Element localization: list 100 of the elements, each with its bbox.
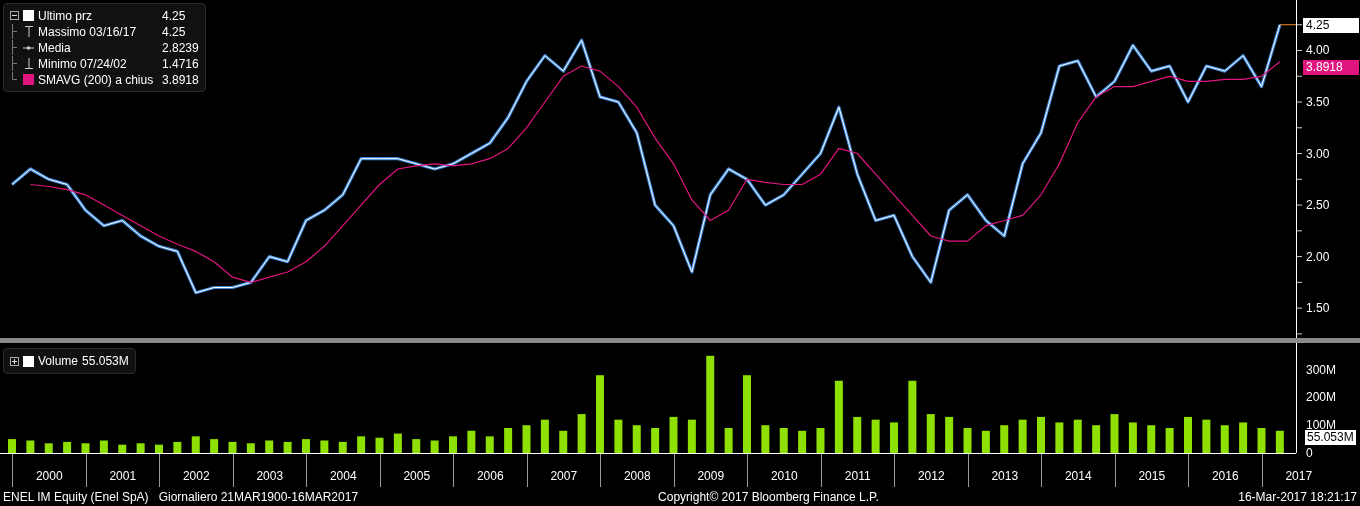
volume-bar: [173, 441, 182, 453]
volume-bar: [375, 437, 384, 453]
volume-bar: [577, 414, 586, 453]
volume-bar: [246, 443, 255, 453]
legend-label: Volume: [38, 353, 79, 370]
year-label: 2016: [1211, 468, 1239, 485]
axis-label: 0: [1306, 446, 1313, 460]
volume-bar: [1165, 428, 1174, 453]
legend-value: 3.8918: [162, 71, 199, 89]
axis-label: 200M: [1306, 390, 1337, 405]
year-label: 2008: [623, 468, 651, 485]
legend-value: 4.25: [162, 7, 186, 25]
volume-bar: [1110, 414, 1119, 453]
volume-bar: [63, 441, 72, 453]
year-label: 2012: [917, 468, 945, 485]
volume-bar: [963, 428, 972, 453]
volume-bar: [1239, 422, 1248, 453]
volume-bar: [99, 440, 108, 453]
volume-bar: [357, 436, 366, 453]
volume-bar: [1092, 425, 1101, 453]
price-callout: 3.8918: [1303, 59, 1359, 75]
volume-bar: [779, 428, 788, 453]
year-label: 2007: [550, 468, 578, 485]
year-label: 2006: [476, 468, 504, 485]
volume-bar: [1184, 416, 1192, 453]
legend-label: Massimo 03/16/17: [38, 23, 138, 41]
volume-bar: [26, 440, 35, 453]
volume-bar: [926, 414, 935, 453]
volume-bar: [338, 441, 347, 453]
volume-bar: [191, 436, 200, 453]
legend-value: 2.8239: [162, 39, 199, 57]
year-label: 2017: [1285, 468, 1313, 485]
volume-bar: [890, 422, 898, 453]
volume-bar: [1000, 425, 1009, 453]
volume-bar: [945, 416, 954, 453]
volume-bar: [1018, 419, 1027, 453]
last-price-line: [1279, 24, 1296, 26]
legend-value: 55.053M: [82, 353, 129, 370]
volume-bar: [1257, 428, 1266, 453]
volume-bar: [559, 430, 568, 453]
volume-bar: [1037, 416, 1045, 453]
volume-bar: [8, 439, 16, 453]
axis-label: 3.00: [1306, 146, 1330, 161]
axis-label: 3.50: [1306, 95, 1330, 109]
volume-bar: [485, 436, 494, 453]
year-label: 2013: [991, 468, 1019, 485]
volume-bar: [1220, 425, 1229, 453]
volume-bar: [1073, 419, 1082, 453]
volume-bar: [283, 441, 292, 453]
legend-value: 1.4716: [162, 55, 199, 73]
year-label: 2004: [329, 468, 357, 485]
volume-bar: [118, 444, 127, 453]
volume-bar: [136, 443, 145, 453]
axis-label: 300M: [1306, 362, 1337, 377]
volume-bar: [265, 440, 274, 453]
volume-bar: [210, 439, 219, 453]
low-marker-icon: [24, 58, 33, 69]
volume-bar: [302, 439, 310, 453]
volume-bar: [632, 425, 641, 453]
year-label: 2003: [256, 468, 284, 485]
volume-bar: [614, 419, 623, 453]
volume-bar: [449, 436, 457, 453]
volume-bar: [853, 416, 862, 453]
legend-label: Minimo 07/24/02: [38, 55, 128, 73]
volume-bar: [1147, 425, 1156, 453]
legend-label: SMAVG (200) a chius: [38, 71, 155, 89]
volume-bar: [522, 425, 531, 453]
volume-bar: [1055, 422, 1064, 453]
expand-icon[interactable]: [10, 356, 19, 366]
year-label: 2005: [403, 468, 431, 485]
collapse-icon[interactable]: [10, 11, 19, 20]
copyright-text: Copyright© 2017 Bloomberg Finance L.P.: [658, 488, 879, 506]
volume-bar: [1128, 422, 1137, 453]
price-callout: 4.25: [1303, 17, 1359, 33]
volume-bar: [816, 428, 825, 453]
mean-marker-icon: [23, 45, 34, 50]
year-label: 2009: [697, 468, 725, 485]
legend-label: Media: [38, 39, 72, 57]
volume-callout: 55.053M: [1305, 429, 1356, 445]
volume-bar: [81, 443, 90, 453]
axis-label: 4.00: [1306, 43, 1330, 58]
volume-bar: [651, 428, 660, 453]
volume-bar: [504, 428, 513, 453]
axis-label: 2.50: [1306, 198, 1330, 213]
year-label: 2011: [844, 468, 871, 485]
volume-bar: [669, 416, 678, 453]
year-label: 2014: [1064, 468, 1092, 485]
volume-bar: [393, 433, 402, 453]
volume-bar: [467, 430, 476, 453]
year-label: 2001: [109, 468, 137, 485]
volume-bar: [228, 441, 237, 453]
year-label: 2010: [770, 468, 798, 485]
volume-bar: [798, 430, 807, 453]
legend-label: Ultimo prz: [38, 7, 93, 25]
axis-label: 1.50: [1306, 301, 1330, 316]
volume-bar: [320, 440, 329, 453]
volume-bar: [44, 443, 53, 453]
volume-bar: [761, 425, 770, 453]
legend-value: 4.25: [162, 23, 186, 41]
axis-label: 2.00: [1306, 249, 1330, 264]
